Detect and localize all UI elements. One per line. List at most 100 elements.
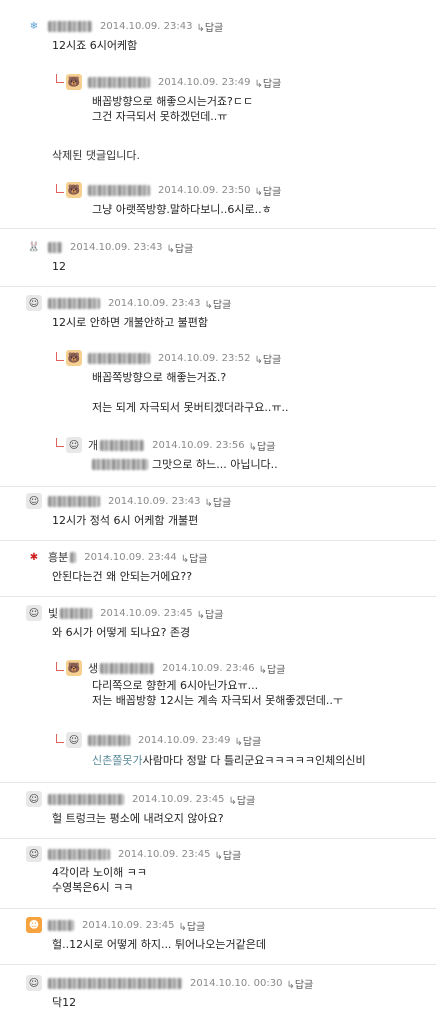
person-avatar[interactable]: ☺: [66, 437, 82, 453]
bear-avatar[interactable]: 🐻: [66, 660, 82, 676]
mentioned-user[interactable]: [92, 458, 148, 470]
author-name[interactable]: [48, 848, 110, 860]
reply-button[interactable]: ↳답글: [204, 296, 231, 311]
person-avatar[interactable]: ☺: [26, 493, 42, 509]
comment-text: 12시로 안하면 개불안하고 불편함: [52, 316, 209, 329]
comment-text: 배꼽쪽방향으로 해좋는거죠.? 저는 되게 자극되서 못버티겠더라구요..ㅠ..: [92, 371, 289, 414]
author-name-blur: [100, 439, 145, 451]
comment-date: 2014.10.10. 00:30: [190, 977, 283, 989]
comment-date: 2014.10.09. 23:43: [108, 495, 201, 507]
comment: ☺ 빛 2014.10.09. 23:45 ↳답글 와 6시가 어떻게 되나요?…: [0, 596, 436, 649]
comment-text: 4각이라 노이해 ㅋㅋ 수영복은6시 ㅋㅋ: [52, 866, 147, 894]
bear-avatar[interactable]: 🐻: [66, 350, 82, 366]
reply-button[interactable]: ↳답글: [286, 976, 313, 991]
reply-comment: 🐻 2014.10.09. 23:49 ↳답글 배꼽방향으로 해좋으시는거죠?ㄷ…: [0, 66, 436, 136]
author-name[interactable]: 흥분: [48, 549, 68, 565]
bear-avatar[interactable]: 🐻: [66, 182, 82, 198]
reply-button[interactable]: ↳답글: [197, 606, 224, 621]
reply-button[interactable]: ↳답글: [178, 918, 205, 933]
comment-date: 2014.10.09. 23:46: [162, 662, 255, 674]
reply-comment: 🐻 생 2014.10.09. 23:46 ↳답글 다리쪽으로 향한게 6시아닌…: [0, 656, 436, 718]
comment-text: 그맛으로 하느... 아닙니다..: [152, 457, 278, 471]
comment: ✱ 흥분 2014.10.09. 23:44 ↳답글 안된다는건 왜 안되는거에…: [0, 540, 436, 593]
reply-button[interactable]: ↳답글: [234, 733, 261, 748]
person-avatar[interactable]: ☺: [26, 605, 42, 621]
comment-date: 2014.10.09. 23:43: [108, 297, 201, 309]
author-name-blur: [70, 551, 77, 563]
author-name[interactable]: [48, 495, 100, 507]
comment-date: 2014.10.09. 23:56: [152, 439, 245, 451]
reply-button[interactable]: ↳답글: [166, 240, 193, 255]
reply-marker: [56, 734, 64, 743]
author-name[interactable]: 개: [88, 437, 98, 453]
comment-date: 2014.10.09. 23:43: [70, 241, 163, 253]
snowflake-avatar[interactable]: ❄: [26, 18, 42, 34]
comment-text: 안된다는건 왜 안되는거에요??: [52, 570, 193, 583]
orange-avatar[interactable]: ☻: [26, 917, 42, 933]
person-avatar[interactable]: ☺: [26, 295, 42, 311]
author-name[interactable]: [48, 241, 62, 253]
comment-date: 2014.10.09. 23:45: [100, 607, 193, 619]
reply-button[interactable]: ↳답글: [254, 183, 281, 198]
reply-button[interactable]: ↳답글: [254, 75, 281, 90]
reply-marker: [56, 662, 64, 671]
reply-comment: ☺ 2014.10.09. 23:49 ↳답글 신촌쫄못가 사람마다 정말 다 …: [0, 726, 436, 776]
comment-date: 2014.10.09. 23:45: [118, 848, 211, 860]
author-name-blur: [100, 662, 155, 674]
reply-button[interactable]: ↳답글: [254, 351, 281, 366]
comment: ☻ 2014.10.09. 23:45 ↳답글 헐..12시로 어떻게 하지..…: [0, 908, 436, 961]
author-name[interactable]: [48, 793, 124, 805]
comment: ☺ 2014.10.09. 23:43 ↳답글 12시가 정석 6시 어케함 개…: [0, 486, 436, 537]
author-name[interactable]: [88, 734, 130, 746]
comment: 🐰 2014.10.09. 23:43 ↳답글 12: [0, 228, 436, 281]
comment-text: 12: [52, 260, 66, 273]
reply-comment: ☺ 개 2014.10.09. 23:56 ↳답글 그맛으로 하느... 아닙니…: [0, 432, 436, 480]
red-avatar[interactable]: ✱: [26, 549, 42, 565]
reply-marker: [56, 438, 64, 447]
reply-marker: [56, 74, 64, 83]
comment-text: 헐 트렁크는 평소에 내려오지 않아요?: [52, 812, 224, 825]
author-name[interactable]: 빛: [48, 605, 58, 621]
comment: ☺ 2014.10.10. 00:30 ↳답글 닥12: [0, 964, 436, 1023]
reply-button[interactable]: ↳답글: [214, 847, 241, 862]
person-avatar[interactable]: ☺: [26, 846, 42, 862]
author-name[interactable]: [48, 977, 182, 989]
comment-text: 그냥 아랫쪽방향.말하다보니..6시로..ㅎ: [92, 203, 272, 216]
author-name[interactable]: [88, 76, 150, 88]
reply-comment: 🐻 2014.10.09. 23:50 ↳답글 그냥 아랫쪽방향.말하다보니..…: [0, 176, 436, 226]
comment: ☺ 2014.10.09. 23:43 ↳답글 12시로 안하면 개불안하고 불…: [0, 286, 436, 341]
comment: ☺ 2014.10.09. 23:45 ↳답글 4각이라 노이해 ㅋㅋ 수영복은…: [0, 838, 436, 905]
reply-button[interactable]: ↳답글: [181, 550, 208, 565]
person-avatar[interactable]: ☺: [26, 975, 42, 991]
author-name[interactable]: [88, 184, 150, 196]
reply-button[interactable]: ↳답글: [196, 19, 223, 34]
reply-button[interactable]: ↳답글: [204, 494, 231, 509]
mentioned-user[interactable]: 신촌쫄못가: [92, 752, 143, 768]
deleted-comment: 삭제된 댓글입니다.: [0, 138, 436, 168]
pink-avatar[interactable]: 🐰: [26, 239, 42, 255]
person-avatar[interactable]: ☺: [26, 791, 42, 807]
comment-text: 닥12: [52, 996, 77, 1009]
comment-text: 12시가 정석 6시 어케함 개불편: [52, 514, 199, 527]
comment-text: 와 6시가 어떻게 되나요? 존경: [52, 626, 191, 639]
comment-date: 2014.10.09. 23:50: [158, 184, 251, 196]
author-name[interactable]: [48, 20, 92, 32]
bear-avatar[interactable]: 🐻: [66, 74, 82, 90]
comment-text: 헐..12시로 어떻게 하지... 튀어나오는거같은데: [52, 938, 267, 951]
comment-text: 다리쪽으로 향한게 6시아닌가요ㅠ... 저는 배꼽방향 12시는 계속 자극되…: [92, 679, 343, 707]
reply-button[interactable]: ↳답글: [259, 661, 286, 676]
author-name[interactable]: [48, 919, 74, 931]
reply-button[interactable]: ↳답글: [228, 792, 255, 807]
comment-date: 2014.10.09. 23:43: [100, 20, 193, 32]
comment-date: 2014.10.09. 23:45: [132, 793, 225, 805]
person-avatar[interactable]: ☺: [66, 732, 82, 748]
author-name-blur: [60, 607, 93, 619]
author-name[interactable]: 생: [88, 660, 98, 676]
author-name[interactable]: [88, 352, 150, 364]
comment-date: 2014.10.09. 23:44: [84, 551, 177, 563]
author-name[interactable]: [48, 297, 100, 309]
reply-button[interactable]: ↳답글: [249, 438, 276, 453]
comment-date: 2014.10.09. 23:49: [158, 76, 251, 88]
comment: ☺ 2014.10.09. 23:45 ↳답글 헐 트렁크는 평소에 내려오지 …: [0, 782, 436, 835]
reply-marker: [56, 352, 64, 361]
